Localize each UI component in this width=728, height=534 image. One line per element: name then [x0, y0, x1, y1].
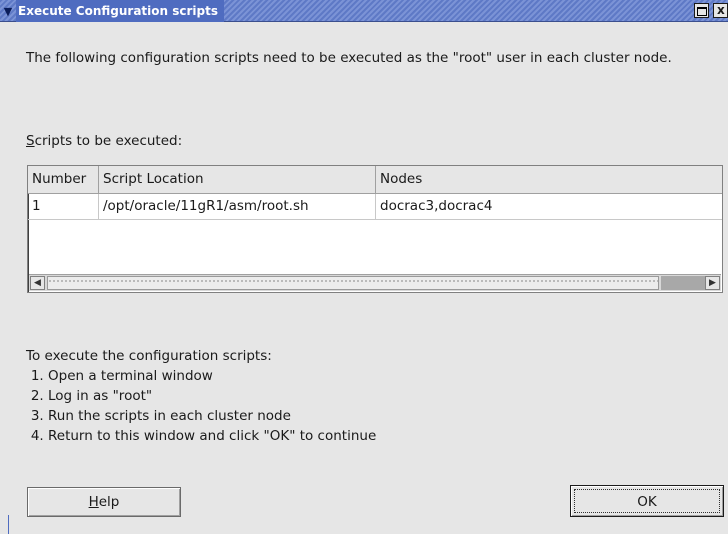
scripts-table[interactable]: Number Script Location Nodes 1 /opt/orac… [27, 165, 723, 293]
cell-script-location: /opt/oracle/11gR1/asm/root.sh [99, 194, 376, 219]
ok-button-label: OK [574, 489, 720, 513]
instructions: To execute the configuration scripts: Op… [26, 346, 376, 446]
horizontal-scrollbar[interactable]: ◀ ▶ [29, 274, 721, 291]
background-edge [8, 515, 9, 534]
cell-number: 1 [28, 194, 99, 219]
title-bar[interactable]: ▼ Execute Configuration scripts x [0, 0, 728, 22]
column-header-number[interactable]: Number [28, 166, 99, 193]
column-header-script-location[interactable]: Script Location [99, 166, 376, 193]
list-item: Return to this window and click "OK" to … [48, 426, 376, 446]
maximize-icon[interactable] [694, 3, 709, 18]
list-item: Run the scripts in each cluster node [48, 406, 376, 426]
list-item: Log in as "root" [48, 386, 376, 406]
scripts-label-text: cripts to be executed: [34, 133, 183, 149]
close-icon[interactable]: x [713, 3, 728, 18]
scrollbar-track[interactable] [661, 276, 705, 290]
table-header: Number Script Location Nodes [28, 166, 722, 194]
help-button-label: elp [98, 494, 120, 510]
instructions-heading: To execute the configuration scripts: [26, 348, 272, 364]
description-text: The following configuration scripts need… [26, 50, 672, 66]
window-menu-icon[interactable]: ▼ [0, 0, 16, 22]
list-item: Open a terminal window [48, 366, 376, 386]
scroll-left-icon[interactable]: ◀ [30, 276, 45, 290]
instructions-list: Open a terminal window Log in as "root" … [26, 366, 376, 446]
cell-nodes: docrac3,docrac4 [380, 198, 493, 214]
help-button-mnemonic: H [88, 494, 99, 510]
help-button[interactable]: Help [27, 487, 181, 517]
scrollbar-thumb[interactable] [47, 276, 659, 290]
scroll-right-icon[interactable]: ▶ [705, 276, 720, 290]
column-header-nodes[interactable]: Nodes [376, 166, 722, 193]
scripts-label-mnemonic: S [26, 133, 35, 149]
window-title: Execute Configuration scripts [16, 0, 224, 22]
scripts-label: Scripts to be executed: [26, 133, 182, 149]
table-row[interactable]: 1 /opt/oracle/11gR1/asm/root.sh docrac3,… [28, 194, 722, 220]
ok-button[interactable]: OK [570, 485, 724, 517]
